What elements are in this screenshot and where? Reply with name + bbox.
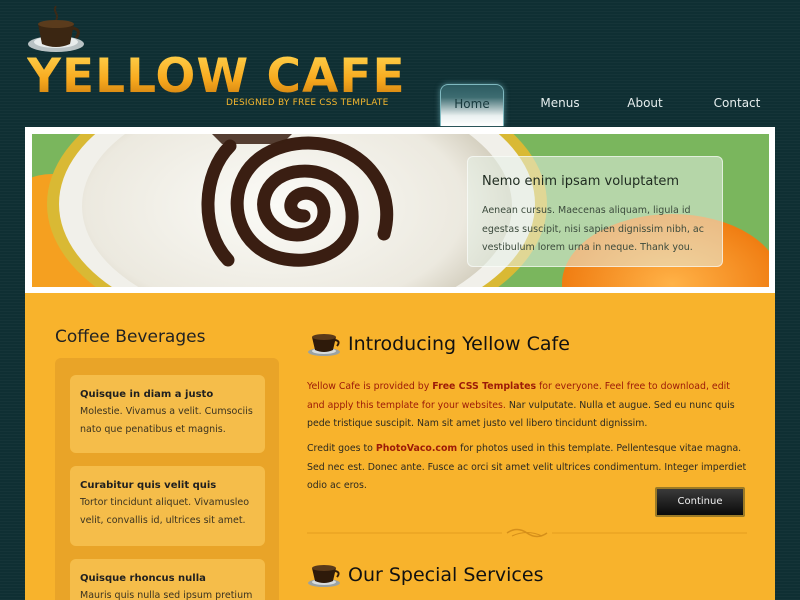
coffee-cup-icon xyxy=(308,565,340,587)
sidebar-card-title[interactable]: Curabitur quis velit quis xyxy=(80,480,255,491)
intro-paragraph-1: Yellow Cafe is provided by Free CSS Temp… xyxy=(307,378,747,434)
intro-text: Yellow Cafe is provided by xyxy=(307,381,433,392)
ornament-divider-icon xyxy=(307,528,747,538)
nav-contact[interactable]: Contact xyxy=(706,84,768,126)
sidebar-card-text: Mauris quis nulla sed ipsum pretium xyxy=(80,590,253,600)
site-tagline: DESIGNED BY FREE CSS TEMPLATE xyxy=(226,98,389,108)
intro-heading: Introducing Yellow Cafe xyxy=(307,331,570,357)
continue-button[interactable]: Continue xyxy=(655,487,745,517)
sidebar-card: Quisque rhoncus nulla Mauris quis nulla … xyxy=(70,559,265,600)
nav-home[interactable]: Home xyxy=(440,84,504,126)
sidebar-panel: Quisque in diam a justo Molestie. Vivamu… xyxy=(55,358,279,600)
banner-heading: Nemo enim ipsam voluptatem xyxy=(482,174,680,189)
sidebar-card: Curabitur quis velit quis Tortor tincidu… xyxy=(70,466,265,546)
sidebar-title: Coffee Beverages xyxy=(55,327,206,347)
services-heading: Our Special Services xyxy=(307,562,543,588)
photovaco-link[interactable]: PhotoVaco.com xyxy=(376,443,457,454)
nav-about[interactable]: About xyxy=(620,84,670,126)
banner: Nemo enim ipsam voluptatem Aenean cursus… xyxy=(32,134,769,287)
sidebar-card-text: Molestie. Vivamus a velit. Cumsociis nat… xyxy=(80,406,253,435)
nav-menus[interactable]: Menus xyxy=(532,84,588,126)
sidebar-card-text: Tortor tincidunt aliquet. Vivamusleo vel… xyxy=(80,497,250,526)
coffee-cup-logo-icon xyxy=(28,5,84,52)
services-heading-text: Our Special Services xyxy=(348,564,544,586)
content-area: Coffee Beverages Quisque in diam a justo… xyxy=(25,293,775,600)
sidebar-card-title[interactable]: Quisque rhoncus nulla xyxy=(80,573,255,584)
intro-heading-text: Introducing Yellow Cafe xyxy=(348,333,570,355)
site-header: YELLOW CAFE DESIGNED BY FREE CSS TEMPLAT… xyxy=(0,0,800,126)
coffee-cup-icon xyxy=(308,334,340,356)
sidebar-card: Quisque in diam a justo Molestie. Vivamu… xyxy=(70,375,265,453)
banner-caption-box: Nemo enim ipsam voluptatem Aenean cursus… xyxy=(467,156,723,267)
site-title[interactable]: YELLOW CAFE xyxy=(27,52,406,102)
free-css-templates-link[interactable]: Free CSS Templates xyxy=(432,381,536,392)
main-nav: Home Menus About Contact xyxy=(438,84,778,126)
banner-text: Aenean cursus. Maecenas aliquam, ligula … xyxy=(482,205,704,253)
sidebar-card-title[interactable]: Quisque in diam a justo xyxy=(80,389,255,400)
credit-text: Credit goes to xyxy=(307,443,376,454)
